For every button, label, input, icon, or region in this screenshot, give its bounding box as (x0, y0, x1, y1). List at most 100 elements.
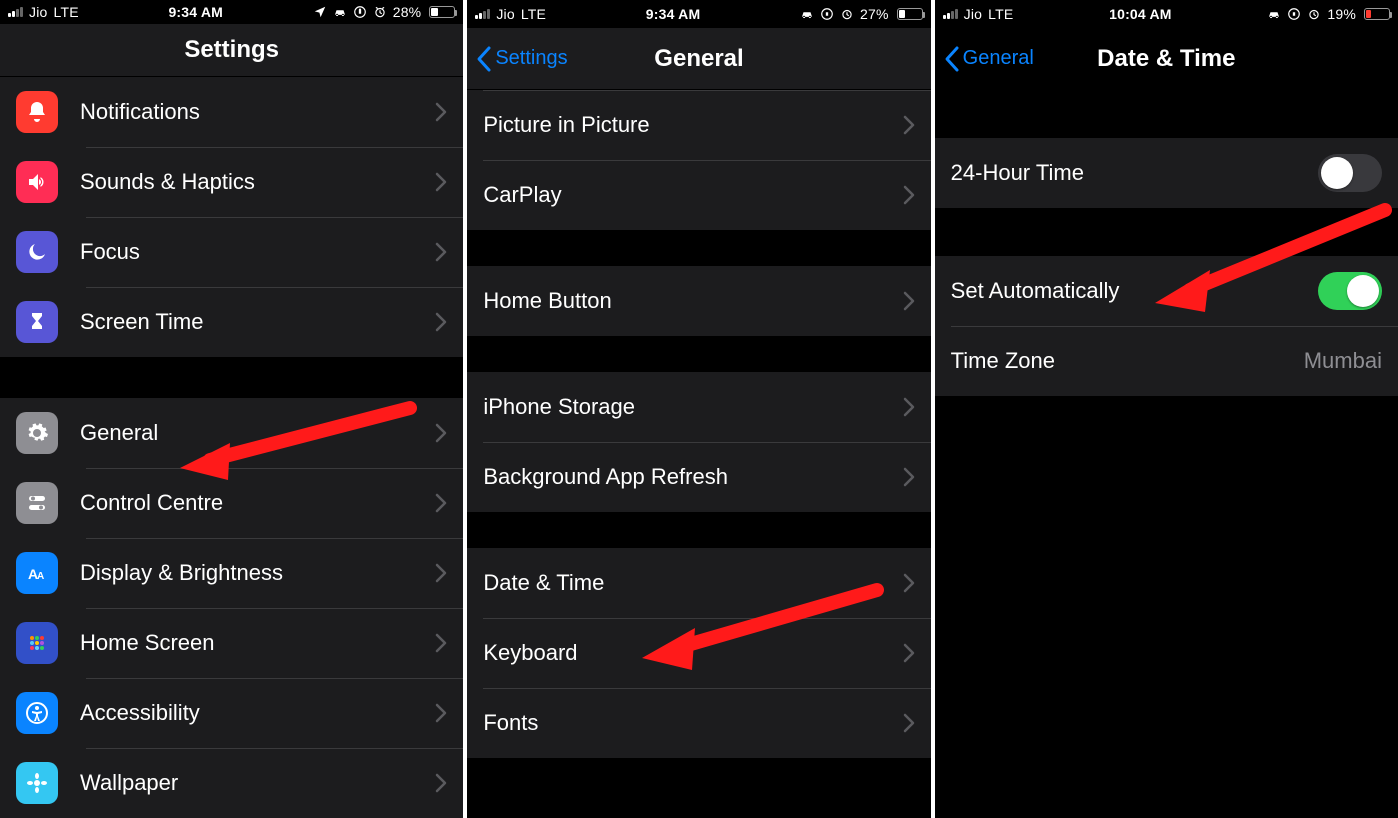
chevron-right-icon (435, 773, 447, 793)
row-time-zone[interactable]: Time Zone Mumbai (935, 326, 1398, 396)
row-label: Keyboard (483, 640, 892, 666)
carrier-label: Jio (496, 6, 515, 22)
row-fonts[interactable]: Fonts (467, 688, 930, 758)
row-display[interactable]: AA Display & Brightness (0, 538, 463, 608)
chevron-right-icon (903, 185, 915, 205)
chevron-right-icon (435, 312, 447, 332)
chevron-right-icon (903, 713, 915, 733)
row-screen-time[interactable]: Screen Time (0, 287, 463, 357)
battery-pct: 19% (1327, 6, 1356, 22)
chevron-right-icon (435, 563, 447, 583)
row-24-hour[interactable]: 24-Hour Time (935, 138, 1398, 208)
network-label: LTE (988, 6, 1013, 22)
row-label: Control Centre (80, 490, 425, 516)
status-time: 10:04 AM (1013, 6, 1267, 22)
row-label: Screen Time (80, 309, 425, 335)
chevron-right-icon (435, 102, 447, 122)
row-label: Background App Refresh (483, 464, 892, 490)
battery-pct: 28% (393, 4, 422, 20)
nav-header: General Date & Time (935, 28, 1398, 90)
row-label: Home Button (483, 288, 892, 314)
row-notifications[interactable]: Notifications (0, 77, 463, 147)
chevron-left-icon (943, 45, 961, 73)
page-title: General (654, 45, 743, 73)
chevron-right-icon (435, 493, 447, 513)
chevron-right-icon (435, 703, 447, 723)
row-label: Wallpaper (80, 770, 425, 796)
row-label: CarPlay (483, 182, 892, 208)
row-sounds[interactable]: Sounds & Haptics (0, 147, 463, 217)
back-button[interactable]: General (943, 28, 1034, 89)
chevron-right-icon (435, 242, 447, 262)
row-label: Time Zone (951, 348, 1304, 374)
row-focus[interactable]: Focus (0, 217, 463, 287)
row-iphone-storage[interactable]: iPhone Storage (467, 372, 930, 442)
row-label: Set Automatically (951, 278, 1318, 304)
orientation-lock-icon (1287, 7, 1301, 21)
gear-icon (16, 412, 58, 454)
carplay-icon (333, 5, 347, 19)
chevron-right-icon (903, 397, 915, 417)
row-label: Fonts (483, 710, 892, 736)
switches-icon (16, 482, 58, 524)
row-carplay[interactable]: CarPlay (467, 160, 930, 230)
row-general[interactable]: General (0, 398, 463, 468)
chevron-right-icon (903, 115, 915, 135)
orientation-lock-icon (353, 5, 367, 19)
hourglass-icon (16, 301, 58, 343)
carplay-icon (800, 7, 814, 21)
network-label: LTE (54, 4, 79, 20)
alarm-icon (840, 7, 854, 21)
chevron-right-icon (435, 172, 447, 192)
row-home-screen[interactable]: Home Screen (0, 608, 463, 678)
toggle-set-automatically[interactable] (1318, 272, 1382, 310)
alarm-icon (1307, 7, 1321, 21)
status-bar: Jio LTE 9:34 AM 27% (467, 0, 930, 28)
signal-bars-icon (8, 7, 23, 17)
toggle-24-hour[interactable] (1318, 154, 1382, 192)
row-label: Date & Time (483, 570, 892, 596)
accessibility-icon (16, 692, 58, 734)
text-size-icon: AA (16, 552, 58, 594)
battery-icon (895, 8, 923, 20)
row-label: Sounds & Haptics (80, 169, 425, 195)
status-bar: Jio LTE 10:04 AM 19% (935, 0, 1398, 28)
row-label: Notifications (80, 99, 425, 125)
nav-header: Settings (0, 24, 463, 77)
row-set-automatically[interactable]: Set Automatically (935, 256, 1398, 326)
row-label: iPhone Storage (483, 394, 892, 420)
moon-icon (16, 231, 58, 273)
status-time: 9:34 AM (79, 4, 313, 20)
row-date-time[interactable]: Date & Time (467, 548, 930, 618)
chevron-left-icon (475, 45, 493, 73)
chevron-right-icon (903, 643, 915, 663)
chevron-right-icon (903, 291, 915, 311)
carrier-label: Jio (29, 4, 48, 20)
carrier-label: Jio (964, 6, 983, 22)
page-title: Settings (184, 36, 279, 64)
speaker-icon (16, 161, 58, 203)
row-keyboard[interactable]: Keyboard (467, 618, 930, 688)
row-pip[interactable]: Picture in Picture (467, 90, 930, 160)
back-button[interactable]: Settings (475, 28, 567, 89)
row-label: Display & Brightness (80, 560, 425, 586)
row-label: 24-Hour Time (951, 160, 1318, 186)
row-bg-refresh[interactable]: Background App Refresh (467, 442, 930, 512)
status-bar: Jio LTE 9:34 AM 28% (0, 0, 463, 24)
battery-icon (427, 6, 455, 18)
phone-general: Jio LTE 9:34 AM 27% Settings General Pic… (467, 0, 930, 818)
signal-bars-icon (475, 9, 490, 19)
page-title: Date & Time (1097, 45, 1235, 73)
phone-date-time: Jio LTE 10:04 AM 19% General Date & Time… (935, 0, 1398, 818)
grid-icon (16, 622, 58, 664)
row-label: Accessibility (80, 700, 425, 726)
row-control-centre[interactable]: Control Centre (0, 468, 463, 538)
row-accessibility[interactable]: Accessibility (0, 678, 463, 748)
nav-header: Settings General (467, 28, 930, 90)
location-icon (313, 5, 327, 19)
status-time: 9:34 AM (546, 6, 800, 22)
row-home-button[interactable]: Home Button (467, 266, 930, 336)
bell-icon (16, 91, 58, 133)
row-wallpaper[interactable]: Wallpaper (0, 748, 463, 818)
back-label: Settings (495, 47, 567, 70)
